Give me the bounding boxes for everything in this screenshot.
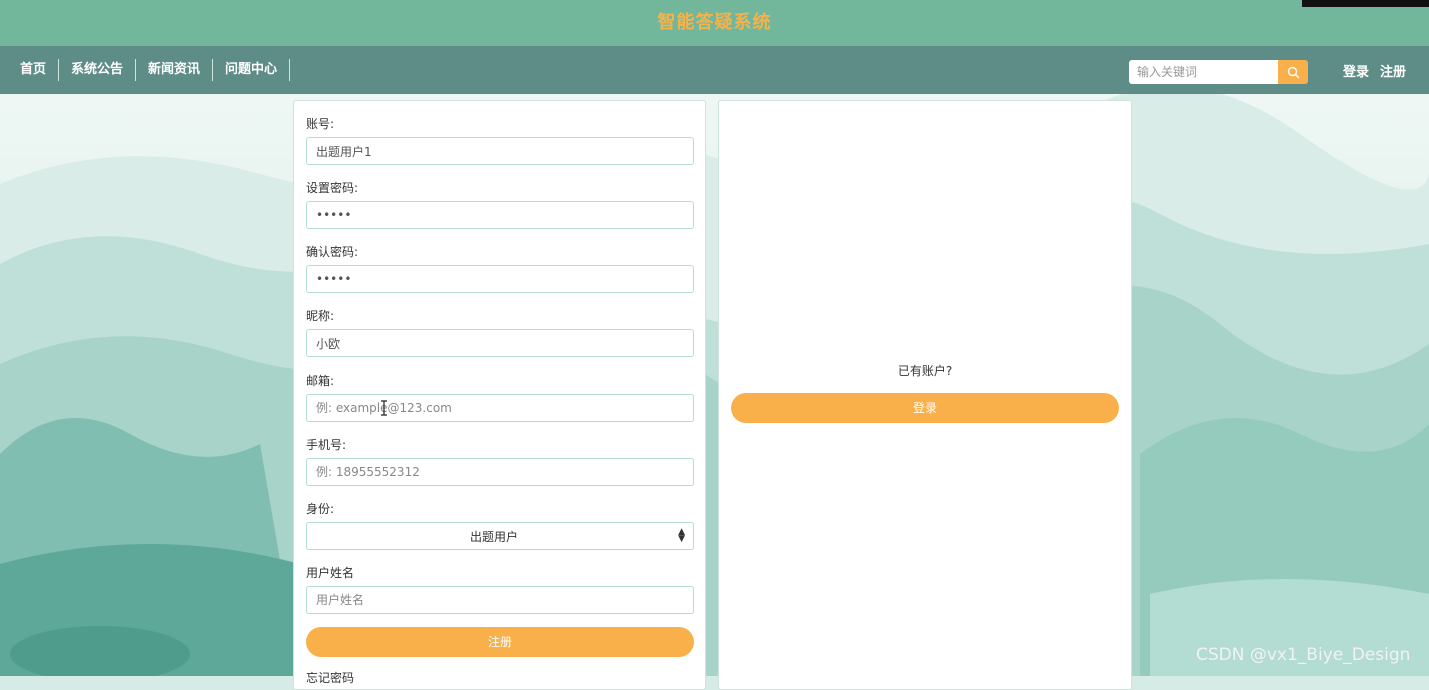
title-bar: 智能答疑系统 <box>0 0 1429 46</box>
nav-bar: 首页 系统公告 新闻资讯 问题中心 登录 注册 <box>0 46 1429 94</box>
nav-item-announcements[interactable]: 系统公告 <box>59 59 137 81</box>
role-label: 身份: <box>306 502 335 516</box>
landscape-background <box>0 94 1429 676</box>
email-input[interactable] <box>306 394 694 422</box>
nav-item-questions[interactable]: 问题中心 <box>213 59 291 81</box>
register-button[interactable]: 注册 <box>306 627 694 657</box>
site-title: 智能答疑系统 <box>657 12 772 33</box>
role-select-value: 出题用户 <box>469 529 518 544</box>
login-panel: 已有账户? 登录 <box>718 100 1132 690</box>
nav-item-home[interactable]: 首页 <box>8 59 60 81</box>
password-input[interactable] <box>306 201 694 229</box>
username-input[interactable] <box>306 586 694 614</box>
login-button[interactable]: 登录 <box>731 393 1119 423</box>
phone-label: 手机号: <box>306 438 347 452</box>
username-label: 用户姓名 <box>306 566 355 580</box>
search-box <box>1129 60 1308 84</box>
role-select[interactable]: 出题用户 ▲ ▼ <box>306 522 694 550</box>
window-corner-strip <box>1302 0 1429 7</box>
forgot-password-link[interactable]: 忘记密码 <box>306 669 354 686</box>
search-input[interactable] <box>1129 60 1278 84</box>
confirm-password-input[interactable] <box>306 265 694 293</box>
email-label: 邮箱: <box>306 374 335 388</box>
register-link[interactable]: 注册 <box>1380 61 1406 80</box>
nav-item-news[interactable]: 新闻资讯 <box>136 59 214 81</box>
register-panel: 账号: 设置密码: 确认密码: 昵称: 邮箱: 手机号: 身份: 出题用户 ▲▼… <box>293 100 706 690</box>
auth-links: 登录 注册 <box>1343 46 1417 94</box>
account-label: 账号: <box>306 117 335 131</box>
search-button[interactable] <box>1278 60 1308 84</box>
text-cursor-icon <box>381 400 387 416</box>
nav-links: 首页 系统公告 新闻资讯 问题中心 <box>8 46 291 94</box>
password-label: 设置密码: <box>306 181 359 195</box>
nickname-input[interactable] <box>306 329 694 357</box>
have-account-text: 已有账户? <box>897 364 953 378</box>
phone-input[interactable] <box>306 458 694 486</box>
login-link[interactable]: 登录 <box>1343 61 1369 80</box>
confirm-password-label: 确认密码: <box>306 245 359 259</box>
nickname-label: 昵称: <box>306 309 335 323</box>
search-icon <box>1287 66 1299 78</box>
watermark: CSDN @vx1_Biye_Design <box>1196 645 1411 665</box>
account-input[interactable] <box>306 137 694 165</box>
select-arrows-icon: ▲ ▼ <box>678 527 685 544</box>
